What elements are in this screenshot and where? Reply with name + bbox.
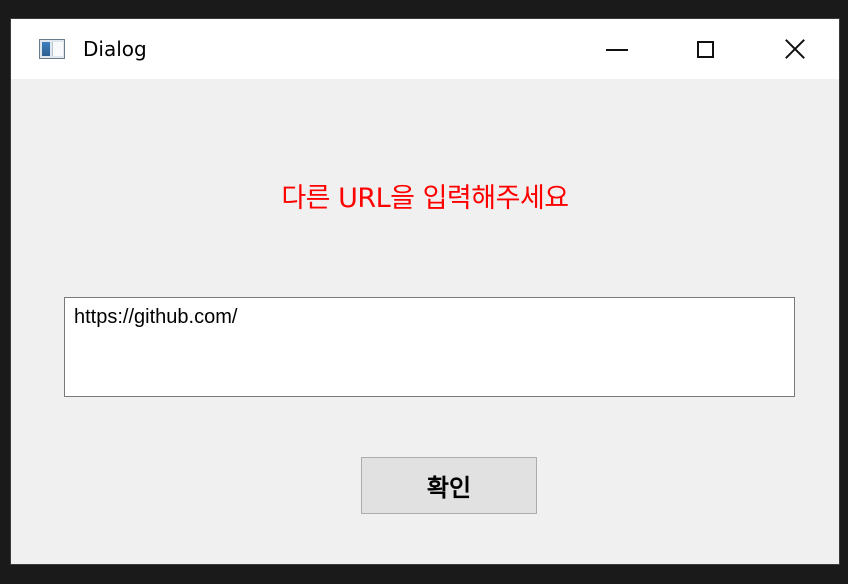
dialog-window: Dialog 다른 URL을 입력해주세요 https://github.com…: [10, 18, 840, 565]
title-bar[interactable]: Dialog: [11, 19, 839, 79]
maximize-button[interactable]: [661, 19, 749, 79]
app-window-icon: [39, 39, 65, 59]
close-icon: [784, 38, 806, 60]
maximize-icon: [696, 40, 714, 58]
url-input[interactable]: https://github.com/: [64, 297, 795, 397]
close-button[interactable]: [751, 19, 839, 79]
minimize-button[interactable]: [573, 19, 661, 79]
window-title: Dialog: [83, 37, 147, 61]
instruction-message: 다른 URL을 입력해주세요: [281, 183, 569, 214]
confirm-button[interactable]: 확인: [361, 457, 537, 514]
minimize-icon: [606, 49, 628, 51]
